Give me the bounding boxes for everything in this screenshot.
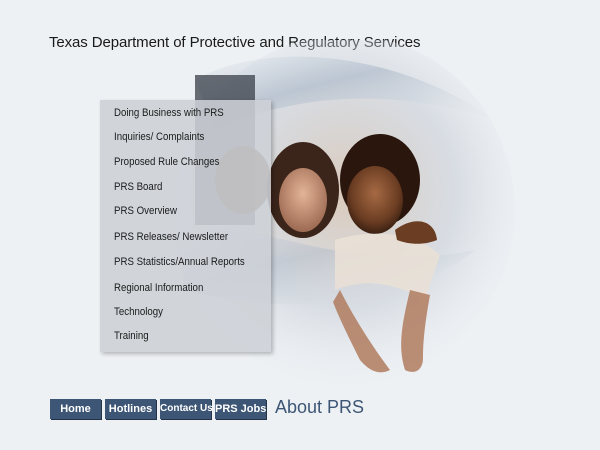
- menu-item-prs-board[interactable]: PRS Board: [114, 181, 162, 193]
- menu-item-inquiries-complaints[interactable]: Inquiries/ Complaints: [114, 131, 204, 143]
- menu-item-proposed-rule-changes[interactable]: Proposed Rule Changes: [114, 156, 219, 168]
- hotlines-button[interactable]: Hotlines: [105, 399, 156, 419]
- services-menu-panel: Doing Business with PRS Inquiries/ Compl…: [100, 100, 271, 352]
- home-button[interactable]: Home: [50, 399, 101, 419]
- menu-item-prs-releases-newsletter[interactable]: PRS Releases/ Newsletter: [114, 231, 228, 243]
- menu-item-prs-overview[interactable]: PRS Overview: [114, 205, 177, 217]
- menu-item-training[interactable]: Training: [114, 330, 149, 342]
- menu-item-regional-information[interactable]: Regional Information: [114, 282, 203, 294]
- prs-jobs-button[interactable]: PRS Jobs: [215, 399, 266, 419]
- contact-us-button[interactable]: Contact Us: [160, 399, 213, 419]
- menu-item-prs-statistics[interactable]: PRS Statistics/Annual Reports: [114, 256, 245, 268]
- section-title: About PRS: [275, 397, 365, 417]
- menu-item-doing-business[interactable]: Doing Business with PRS: [114, 107, 224, 119]
- menu-item-technology[interactable]: Technology: [114, 306, 163, 318]
